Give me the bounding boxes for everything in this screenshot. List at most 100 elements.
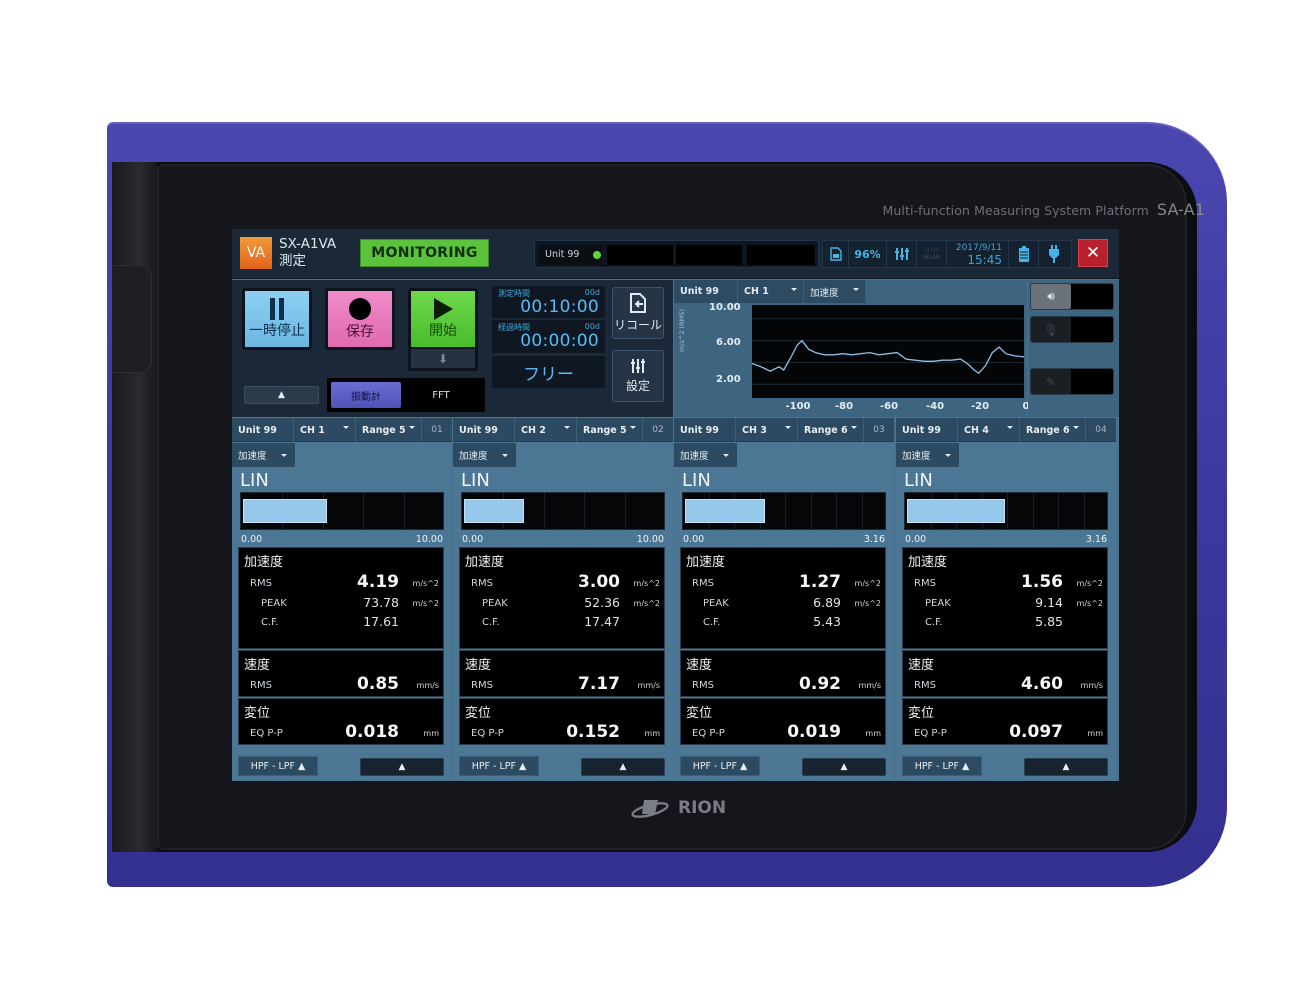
expand-button[interactable]: ▲: [581, 758, 665, 776]
channel-label: CH 2: [521, 424, 546, 436]
side-button[interactable]: [112, 265, 152, 373]
quantity-label: 加速度: [238, 451, 267, 462]
wlan-icon: ((•)) WLAN: [917, 241, 947, 267]
filter-button[interactable]: HPF - LPF ▲: [680, 756, 760, 776]
monitoring-button[interactable]: MONITORING: [360, 239, 489, 267]
displacement-title: 変位: [908, 706, 935, 721]
acc-peak-row: PEAK 6.89 m/s^2: [681, 594, 887, 612]
rion-text: RION: [678, 798, 727, 818]
channel-unit[interactable]: Unit 99: [453, 418, 515, 442]
mode-fft[interactable]: FFT: [401, 390, 481, 401]
channel-dropdown[interactable]: CH 2: [515, 418, 577, 442]
expand-button[interactable]: ▲: [360, 758, 444, 776]
chevron-down-icon: [785, 426, 791, 429]
acc-peak-value: 52.36: [584, 595, 620, 610]
acc-rms-unit: m/s^2: [1076, 579, 1103, 588]
channel-label: CH 1: [300, 424, 325, 436]
channel-unit[interactable]: Unit 99: [674, 418, 736, 442]
expand-button[interactable]: ▲: [802, 758, 886, 776]
acc-peak-row: PEAK 52.36 m/s^2: [460, 594, 666, 612]
range-dropdown[interactable]: Range 6: [1020, 418, 1086, 442]
start-dropdown-button[interactable]: ⬇: [408, 349, 478, 371]
bar-min: 0.00: [905, 534, 927, 545]
settings-button[interactable]: 設定: [612, 350, 664, 402]
pause-icon: [270, 298, 284, 320]
y-tick: 6.00: [716, 337, 741, 348]
collapse-button[interactable]: ▲: [244, 386, 319, 404]
channel-unit[interactable]: Unit 99: [232, 418, 294, 442]
bar-min: 0.00: [462, 534, 484, 545]
acc-cf-value: 17.47: [584, 614, 620, 629]
filter-button[interactable]: HPF - LPF ▲: [902, 756, 982, 776]
weighting-label: LIN: [682, 470, 711, 491]
acc-cf-row: C.F. 5.43: [681, 613, 887, 631]
trend-unit[interactable]: Unit 99: [674, 280, 738, 303]
save-button[interactable]: 保存: [325, 288, 395, 350]
acc-peak-unit: m/s^2: [1076, 599, 1103, 608]
y-tick: 2.00: [716, 374, 741, 385]
close-button[interactable]: ✕: [1078, 239, 1108, 267]
recall-button[interactable]: リコール: [612, 287, 664, 339]
channel-dropdown[interactable]: CH 3: [736, 418, 798, 442]
chevron-down-icon: [945, 454, 951, 457]
level-bar-gridline: [836, 493, 837, 529]
datetime: 2017/9/11 15:45: [947, 241, 1009, 267]
level-bar-gridline: [543, 493, 545, 529]
disp-unit: mm: [423, 729, 439, 738]
range-dropdown[interactable]: Range 6: [798, 418, 864, 442]
disp-unit: mm: [865, 729, 881, 738]
expand-button[interactable]: ▲: [1024, 758, 1108, 776]
quantity-dropdown[interactable]: 加速度: [896, 443, 959, 467]
mic-icon: 🎙︎: [1031, 317, 1071, 342]
unit-indicator[interactable]: Unit 99: [539, 245, 602, 265]
channel-dropdown[interactable]: CH 1: [294, 418, 356, 442]
displacement-title: 変位: [244, 706, 271, 721]
level-bar-gridline: [1058, 493, 1059, 529]
measure-time-box[interactable]: 測定時間 00d 00:10:00: [492, 286, 605, 318]
filter-button[interactable]: HPF - LPF ▲: [459, 756, 539, 776]
quantity-dropdown[interactable]: 加速度: [453, 443, 516, 467]
filter-button[interactable]: HPF - LPF ▲: [238, 756, 318, 776]
pause-button[interactable]: 一時停止: [242, 288, 312, 350]
level-bar-fill: [243, 499, 327, 523]
acc-cf-value: 17.61: [363, 614, 399, 629]
chevron-down-icon: [851, 426, 857, 429]
rion-mark-icon: [631, 800, 669, 818]
channel-panel: Unit 99 CH 1 Range 5 01 加速度 LIN 0.00 10.…: [232, 418, 452, 781]
acc-peak-label: PEAK: [482, 598, 508, 609]
quantity-dropdown[interactable]: 加速度: [674, 443, 737, 467]
channel-dropdown[interactable]: CH 4: [958, 418, 1020, 442]
acceleration-title: 加速度: [686, 555, 726, 570]
app-icon[interactable]: VA: [240, 237, 272, 269]
battery-icon: [1009, 241, 1039, 267]
audio-panel: 🔊︎ 🎙︎ ✎: [1028, 280, 1119, 417]
trend-quantity-dropdown[interactable]: 加速度: [804, 280, 866, 303]
acc-peak-value: 9.14: [1035, 595, 1063, 610]
rion-logo: RION: [630, 797, 726, 819]
trend-quantity-label: 加速度: [810, 287, 839, 299]
range-dropdown[interactable]: Range 5: [577, 418, 643, 442]
acc-peak-row: PEAK 73.78 m/s^2: [239, 594, 445, 612]
channel-number: 01: [431, 425, 443, 435]
vel-rms-row: RMS 0.85 mm/s: [239, 674, 445, 694]
quantity-dropdown[interactable]: 加速度: [232, 443, 295, 467]
level-bar-gridline: [1032, 493, 1034, 529]
settings-label: 設定: [625, 379, 650, 393]
trend-plot: [751, 296, 1025, 398]
trend-channel-dropdown[interactable]: CH 1: [738, 280, 804, 303]
unit-slot: [676, 245, 742, 265]
channel-unit[interactable]: Unit 99: [896, 418, 958, 442]
range-dropdown[interactable]: Range 5: [356, 418, 422, 442]
sliders-icon[interactable]: [887, 241, 917, 267]
mic-button[interactable]: 🎙︎: [1030, 316, 1114, 343]
timer-mode[interactable]: フリー: [492, 356, 605, 388]
acc-rms-unit: m/s^2: [633, 579, 660, 588]
start-button[interactable]: 開始: [408, 288, 478, 350]
speaker-button[interactable]: 🔊︎: [1030, 283, 1114, 310]
level-bar-gridline: [861, 493, 863, 529]
chevron-down-icon: [409, 426, 415, 429]
pen-button[interactable]: ✎: [1030, 368, 1114, 395]
disp-unit: mm: [1087, 729, 1103, 738]
channel-header: Unit 99 CH 2 Range 5 02: [453, 418, 673, 442]
mode-vibration-meter[interactable]: 振動計: [331, 382, 401, 408]
